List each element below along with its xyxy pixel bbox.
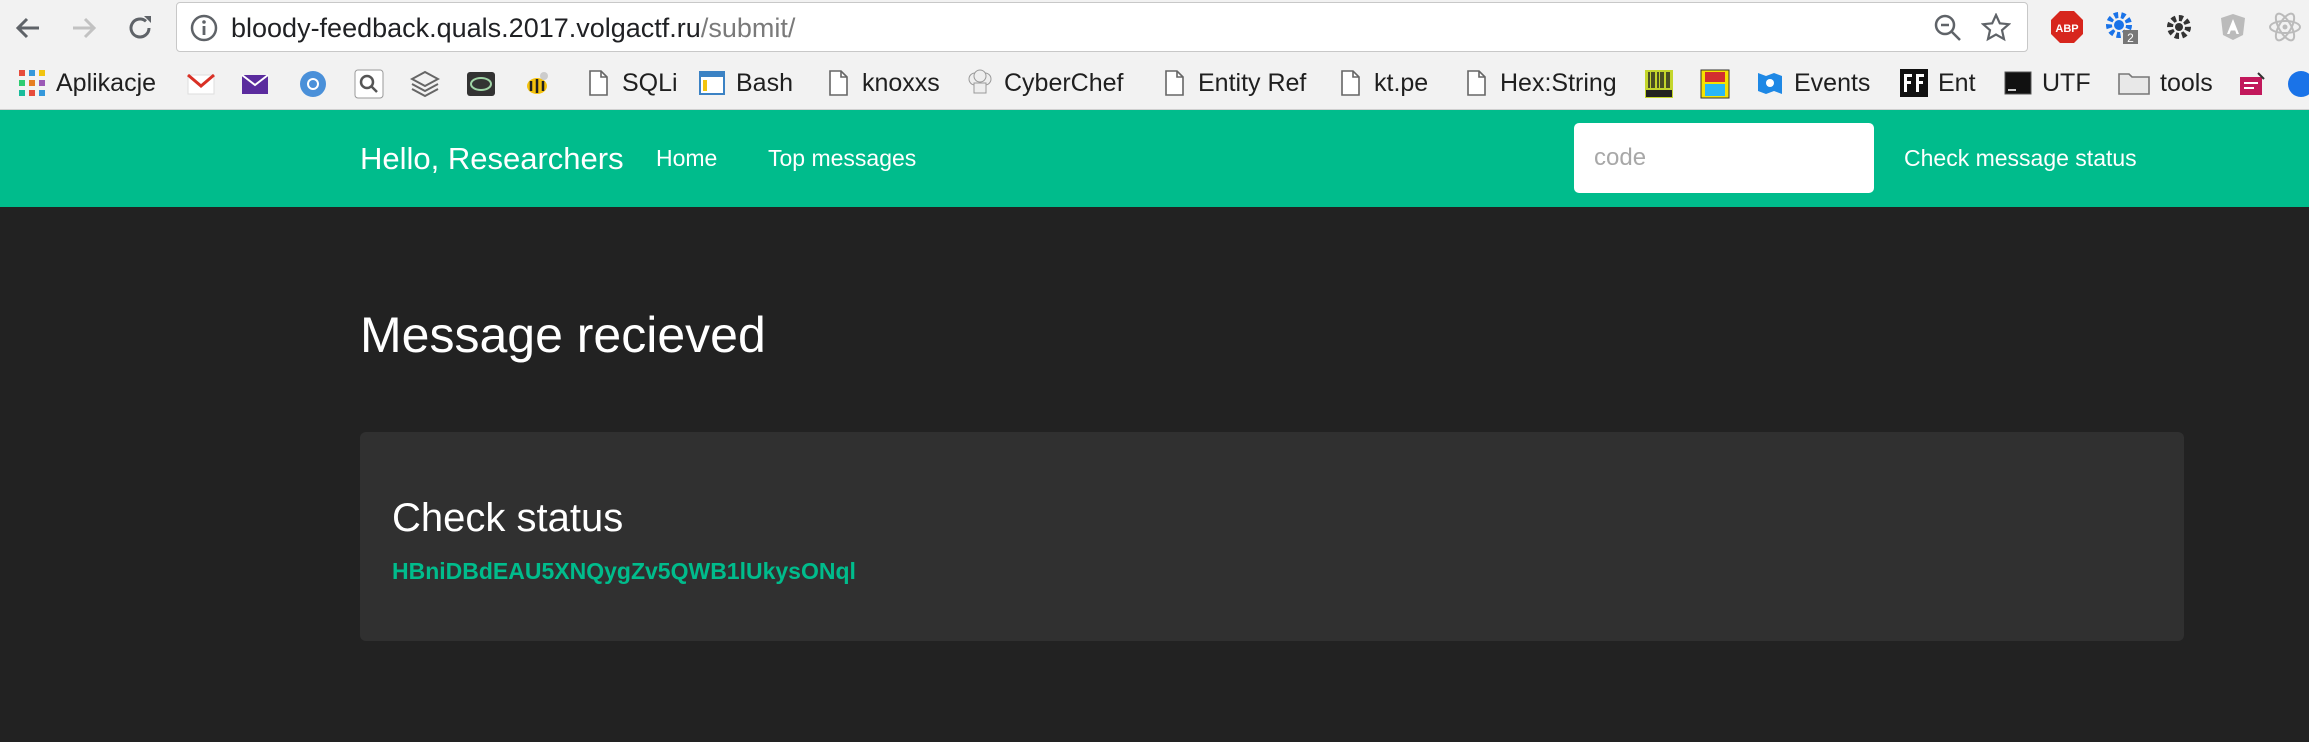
bookmark-label: UTF [2042,68,2091,97]
bookmark-bash[interactable]: Bash [698,58,793,108]
browser-toolbar: bloody-feedback.quals.2017.volgactf.ru/s… [0,0,2309,58]
ff-logo-icon [1900,69,1928,97]
back-arrow-icon [15,17,39,39]
bookmark-label: SQLi [622,68,678,97]
navbar-brand[interactable]: Hello, Researchers [360,110,624,207]
apps-grid-icon [18,69,46,97]
bookmark-label: Entity Ref [1198,68,1307,97]
page-icon [1336,69,1364,97]
back-button[interactable] [6,6,50,50]
bookmark-events[interactable]: Events [1756,58,1870,108]
layers-bookmark-icon[interactable] [410,69,440,99]
blue-circle-icon[interactable] [2286,69,2309,99]
page-icon [824,69,852,97]
star-icon[interactable] [1981,13,2011,43]
page-title: Message recieved [360,307,766,363]
bookmarks-bar: Aplikacje SQLi Bash knoxxs CyberChef Ent… [0,58,2309,110]
reload-icon [129,16,151,39]
bookmark-utf[interactable]: UTF [2004,58,2091,108]
page-icon [1160,69,1188,97]
url-text[interactable]: bloody-feedback.quals.2017.volgactf.ru/s… [231,13,795,43]
code-input[interactable] [1574,123,1874,193]
bookmark-apps[interactable]: Aplikacje [18,58,156,108]
reload-button[interactable] [118,6,162,50]
utf8-barcode-icon[interactable] [1644,69,1674,99]
extension-badge: 2 [2127,31,2134,44]
gmail-icon[interactable] [186,69,216,99]
bookmark-cyberchef[interactable]: CyberChef [966,58,1124,108]
pink-extension-icon[interactable] [2238,69,2268,99]
nav-home-link[interactable]: Home [656,110,717,207]
nav-top-messages-link[interactable]: Top messages [768,110,916,207]
extension-gear-blue-icon[interactable]: 2 [2104,10,2138,44]
url-host: bloody-feedback.quals.2017.volgactf.ru [231,13,701,43]
angular-icon[interactable] [2216,10,2250,44]
bookmark-apps-label: Aplikacje [56,68,157,97]
bookmark-label: Hex:String [1500,68,1617,97]
bookmark-entity-ref[interactable]: Entity Ref [1160,58,1306,108]
bookmark-tools-folder[interactable]: tools [2118,58,2213,108]
bookmark-hex-string[interactable]: Hex:String [1462,58,1617,108]
bookmark-label: Events [1794,68,1871,97]
info-icon[interactable] [189,13,219,43]
forward-button[interactable] [62,6,106,50]
sn-tool-icon[interactable] [1700,69,1730,99]
bookmark-label: tools [2160,68,2213,97]
bee-bookmark-icon[interactable] [522,69,552,99]
calendar-map-icon [1756,69,1784,97]
search-bookmark-icon[interactable] [354,69,384,99]
bookmark-label: Ent [1938,68,1976,97]
angular-shield [2221,14,2245,40]
panel-title: Check status [392,496,624,540]
bookmark-ent[interactable]: Ent [1900,58,1976,108]
check-message-status-link[interactable]: Check message status [1904,110,2137,207]
status-code-link[interactable]: HBniDBdEAU5XNQygZv5QWB1lUkysONql [392,558,856,585]
folder-icon [2118,69,2150,97]
react-icon[interactable] [2268,10,2302,44]
settings-gear-icon[interactable] [2162,10,2196,44]
eye-bookmark-icon[interactable] [466,69,496,99]
window-icon [698,69,726,97]
react-atom [2269,12,2301,42]
terminal-icon [2004,69,2032,97]
bookmark-label: knoxxs [862,68,940,97]
bookmark-knoxxs[interactable]: knoxxs [824,58,940,108]
chef-hat-icon [966,69,994,97]
chrome-bookmark-icon[interactable] [298,69,328,99]
bookmark-sqli[interactable]: SQLi [584,58,678,108]
forward-arrow-icon [73,17,97,39]
bookmark-label: kt.pe [1374,68,1429,97]
abp-octagon: ABP [2051,11,2083,43]
abp-label: ABP [2055,23,2078,35]
bookmark-label: CyberChef [1004,68,1124,97]
gear-graphic [2167,15,2191,39]
zoom-icon[interactable] [1933,13,1963,43]
page-icon [1462,69,1490,97]
status-panel: Check status HBniDBdEAU5XNQygZv5QWB1lUky… [360,432,2184,641]
adblock-icon[interactable]: ABP [2050,10,2084,44]
site-navbar: Hello, Researchers Home Top messages Che… [0,110,2309,207]
bookmark-kt-pe[interactable]: kt.pe [1336,58,1428,108]
blue-gear-graphic: 2 [2106,12,2138,44]
page-icon [584,69,612,97]
url-path: /submit/ [700,13,796,43]
bookmark-label: Bash [736,68,793,97]
address-bar[interactable]: bloody-feedback.quals.2017.volgactf.ru/s… [176,2,2028,52]
mail-icon[interactable] [240,69,270,99]
